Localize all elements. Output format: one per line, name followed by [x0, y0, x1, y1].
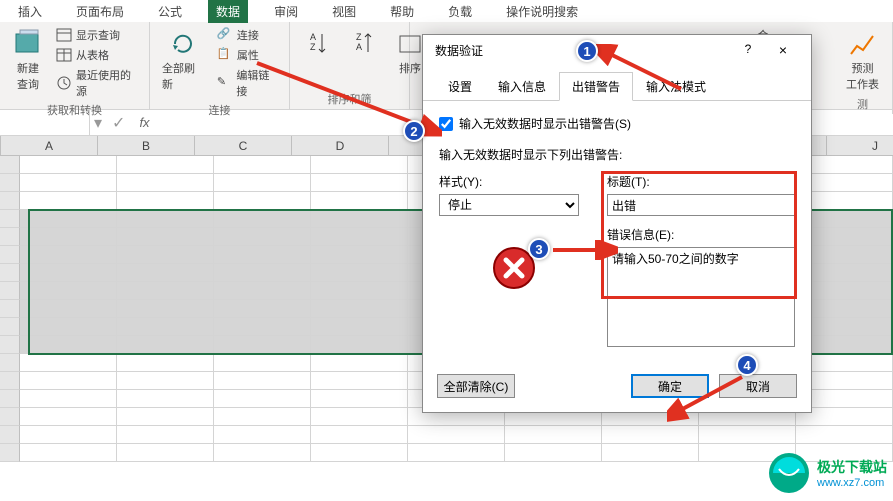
watermark: 极光下载站 www.xz7.com: [767, 451, 887, 495]
col-header-j[interactable]: J: [827, 136, 893, 155]
fx-icon[interactable]: fx: [131, 115, 157, 130]
sort-az-icon: AZ: [302, 28, 334, 60]
tab-insert[interactable]: 插入: [10, 0, 50, 23]
error-msg-textarea[interactable]: 请输入50-70之间的数字: [607, 247, 795, 347]
tab-page-layout[interactable]: 页面布局: [68, 0, 132, 23]
sort-az-button[interactable]: AZ: [298, 26, 338, 78]
style-label: 样式(Y):: [439, 173, 589, 190]
edit-links-icon: ✎: [217, 75, 233, 91]
annotation-4: 4: [736, 354, 758, 376]
properties-button[interactable]: 📋属性: [215, 46, 281, 64]
watermark-icon: [767, 451, 811, 495]
show-error-checkbox[interactable]: [439, 117, 453, 131]
annotation-3: 3: [528, 238, 550, 260]
col-header-b[interactable]: B: [98, 136, 195, 155]
watermark-name: 极光下载站: [817, 457, 887, 477]
refresh-all-button[interactable]: 全部刷新: [158, 26, 209, 100]
group-label-sort-filter: 排序和筛: [298, 89, 401, 107]
link-icon: 🔗: [217, 27, 233, 43]
dialog-tabs: 设置 输入信息 出错警告 输入法模式: [423, 71, 811, 101]
svg-text:A: A: [310, 32, 316, 42]
tab-ime-mode[interactable]: 输入法模式: [633, 72, 719, 101]
show-error-label: 输入无效数据时显示出错警告(S): [459, 115, 631, 132]
col-header-d[interactable]: D: [292, 136, 389, 155]
tab-tellme[interactable]: 操作说明搜索: [498, 0, 586, 23]
tab-data[interactable]: 数据: [208, 0, 248, 23]
tab-formulas[interactable]: 公式: [150, 0, 190, 23]
svg-text:A: A: [356, 42, 362, 52]
new-query-button[interactable]: 新建 查询: [8, 26, 48, 100]
edit-links-button[interactable]: ✎编辑链接: [215, 66, 281, 100]
error-msg-label: 错误信息(E):: [607, 226, 795, 243]
new-query-label: 新建 查询: [17, 60, 39, 92]
sort-za-icon: ZA: [348, 28, 380, 60]
from-table-button[interactable]: 从表格: [54, 46, 141, 64]
title-label: 标题(T):: [607, 173, 795, 190]
svg-text:Z: Z: [310, 42, 316, 52]
forecast-icon: [847, 28, 879, 60]
tab-review[interactable]: 审阅: [266, 0, 306, 23]
col-header-c[interactable]: C: [195, 136, 292, 155]
watermark-url: www.xz7.com: [817, 477, 887, 489]
name-box[interactable]: [0, 110, 90, 135]
clear-all-button[interactable]: 全部清除(C): [437, 374, 515, 398]
sort-za-button[interactable]: ZA: [344, 26, 384, 78]
dialog-close-button[interactable]: ×: [763, 42, 803, 58]
ribbon-tabs: 插入 页面布局 公式 数据 审阅 视图 帮助 负载 操作说明搜索: [0, 0, 893, 22]
show-query-button[interactable]: 显示查询: [54, 26, 141, 44]
subtitle-label: 输入无效数据时显示下列出错警告:: [439, 146, 795, 163]
annotation-2: 2: [403, 120, 425, 142]
style-select[interactable]: 停止: [439, 194, 579, 216]
tab-input-message[interactable]: 输入信息: [485, 72, 559, 101]
title-input[interactable]: [607, 194, 795, 216]
table-icon: [56, 27, 72, 43]
forecast-sheet-button[interactable]: 预测 工作表: [841, 26, 884, 94]
recent-sources-button[interactable]: 最近使用的源: [54, 66, 141, 100]
tab-error-alert[interactable]: 出错警告: [559, 72, 633, 101]
tab-help[interactable]: 帮助: [382, 0, 422, 23]
tab-settings[interactable]: 设置: [435, 72, 485, 101]
dialog-help-button[interactable]: ?: [733, 42, 763, 58]
group-label-forecast: 测: [841, 94, 884, 112]
tab-view[interactable]: 视图: [324, 0, 364, 23]
cancel-button[interactable]: 取消: [719, 374, 797, 398]
svg-text:Z: Z: [356, 32, 362, 42]
properties-icon: 📋: [217, 47, 233, 63]
new-query-icon: [12, 28, 44, 60]
connections-button[interactable]: 🔗连接: [215, 26, 281, 44]
dialog-title: 数据验证: [435, 42, 483, 59]
group-label-connections: 连接: [158, 100, 281, 118]
recent-icon: [56, 75, 72, 91]
annotation-1: 1: [576, 40, 598, 62]
grid-icon: [56, 47, 72, 63]
ok-button[interactable]: 确定: [631, 374, 709, 398]
col-header-a[interactable]: A: [1, 136, 98, 155]
tab-load[interactable]: 负载: [440, 0, 480, 23]
refresh-icon: [167, 28, 199, 60]
